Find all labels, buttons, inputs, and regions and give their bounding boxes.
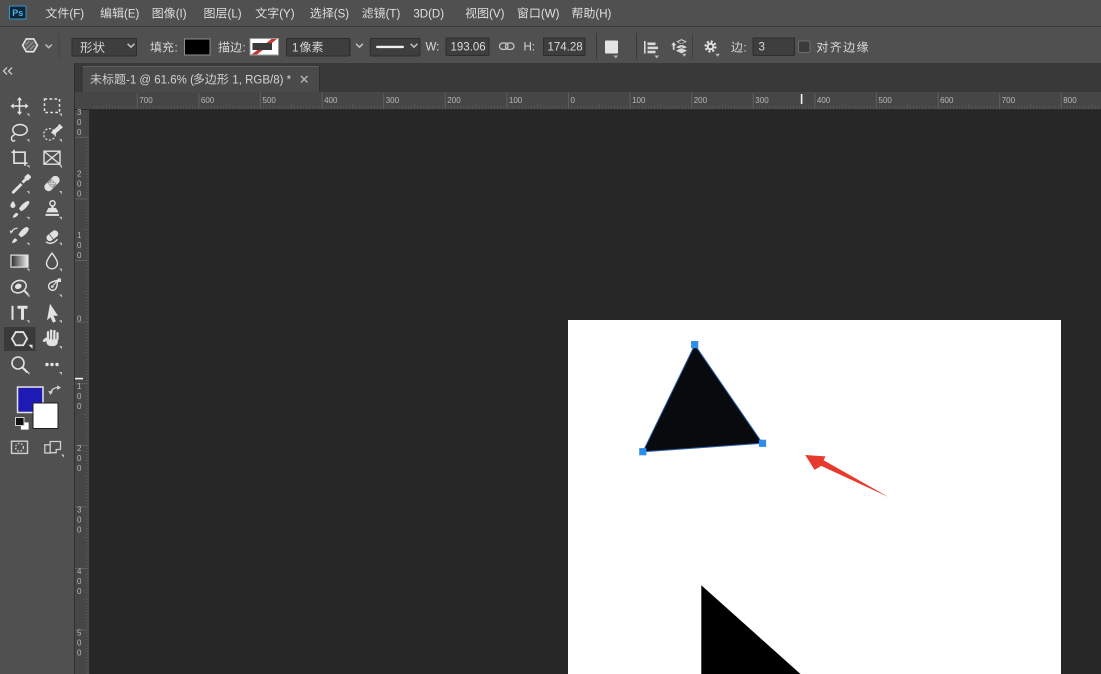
svg-text:0: 0 <box>77 118 82 127</box>
svg-text:H:: H: <box>524 42 536 54</box>
svg-text:0: 0 <box>77 392 82 401</box>
svg-text:0: 0 <box>77 315 82 324</box>
svg-text:-1 @ 61.6% (: -1 @ 61.6% ( <box>126 75 194 87</box>
svg-text:4: 4 <box>77 567 82 576</box>
svg-text:500: 500 <box>263 96 277 105</box>
svg-text:W:: W: <box>426 42 440 54</box>
svg-text:200: 200 <box>447 96 461 105</box>
svg-text:(S): (S) <box>334 9 350 21</box>
svg-text:0: 0 <box>571 96 576 105</box>
svg-text:(H): (H) <box>595 9 611 21</box>
svg-text:3: 3 <box>77 505 82 514</box>
svg-text:1: 1 <box>292 43 298 55</box>
svg-text:(Y): (Y) <box>279 9 295 21</box>
svg-text:400: 400 <box>324 96 338 105</box>
svg-text:300: 300 <box>386 96 400 105</box>
svg-text:0: 0 <box>77 525 82 534</box>
svg-text:3: 3 <box>759 42 765 54</box>
svg-text:600: 600 <box>201 96 215 105</box>
svg-text::: : <box>744 43 747 55</box>
svg-text:0: 0 <box>77 587 82 596</box>
svg-text:400: 400 <box>817 96 831 105</box>
svg-text:700: 700 <box>1002 96 1016 105</box>
svg-text:2: 2 <box>77 169 82 178</box>
svg-text:0: 0 <box>77 128 82 137</box>
svg-text:(W): (W) <box>541 9 560 21</box>
svg-text:3D(D): 3D(D) <box>413 9 444 21</box>
svg-text:0: 0 <box>77 241 82 250</box>
svg-text:174.28: 174.28 <box>548 42 583 54</box>
svg-text:100: 100 <box>632 96 646 105</box>
svg-text:1, RGB/8) *: 1, RGB/8) * <box>232 75 291 87</box>
svg-text:300: 300 <box>755 96 769 105</box>
svg-text:700: 700 <box>139 96 153 105</box>
svg-text:(I): (I) <box>176 9 187 21</box>
svg-text:193.06: 193.06 <box>451 42 486 54</box>
svg-text:(E): (E) <box>124 9 140 21</box>
svg-text:0: 0 <box>77 402 82 411</box>
svg-text:Ps: Ps <box>12 8 23 18</box>
svg-text:800: 800 <box>1063 96 1077 105</box>
svg-text:(F): (F) <box>69 9 84 21</box>
svg-text:2: 2 <box>77 444 82 453</box>
svg-text:(L): (L) <box>228 9 242 21</box>
svg-text:(V): (V) <box>489 9 505 21</box>
svg-text:0: 0 <box>77 639 82 648</box>
svg-text:0: 0 <box>77 577 82 586</box>
svg-text::: : <box>175 43 178 55</box>
svg-text:100: 100 <box>509 96 523 105</box>
svg-text:0: 0 <box>77 464 82 473</box>
svg-text:500: 500 <box>879 96 893 105</box>
svg-text:200: 200 <box>694 96 708 105</box>
svg-text:0: 0 <box>77 189 82 198</box>
svg-text:0: 0 <box>77 251 82 260</box>
svg-text:600: 600 <box>940 96 954 105</box>
svg-text:1: 1 <box>77 231 82 240</box>
svg-text:0: 0 <box>77 179 82 188</box>
svg-text:1: 1 <box>77 382 82 391</box>
svg-text:3: 3 <box>77 108 82 117</box>
svg-text:5: 5 <box>77 629 82 638</box>
svg-text:0: 0 <box>77 649 82 658</box>
svg-text:(T): (T) <box>386 9 401 21</box>
svg-text:0: 0 <box>77 515 82 524</box>
svg-text:0: 0 <box>77 454 82 463</box>
svg-text::: : <box>243 43 246 55</box>
